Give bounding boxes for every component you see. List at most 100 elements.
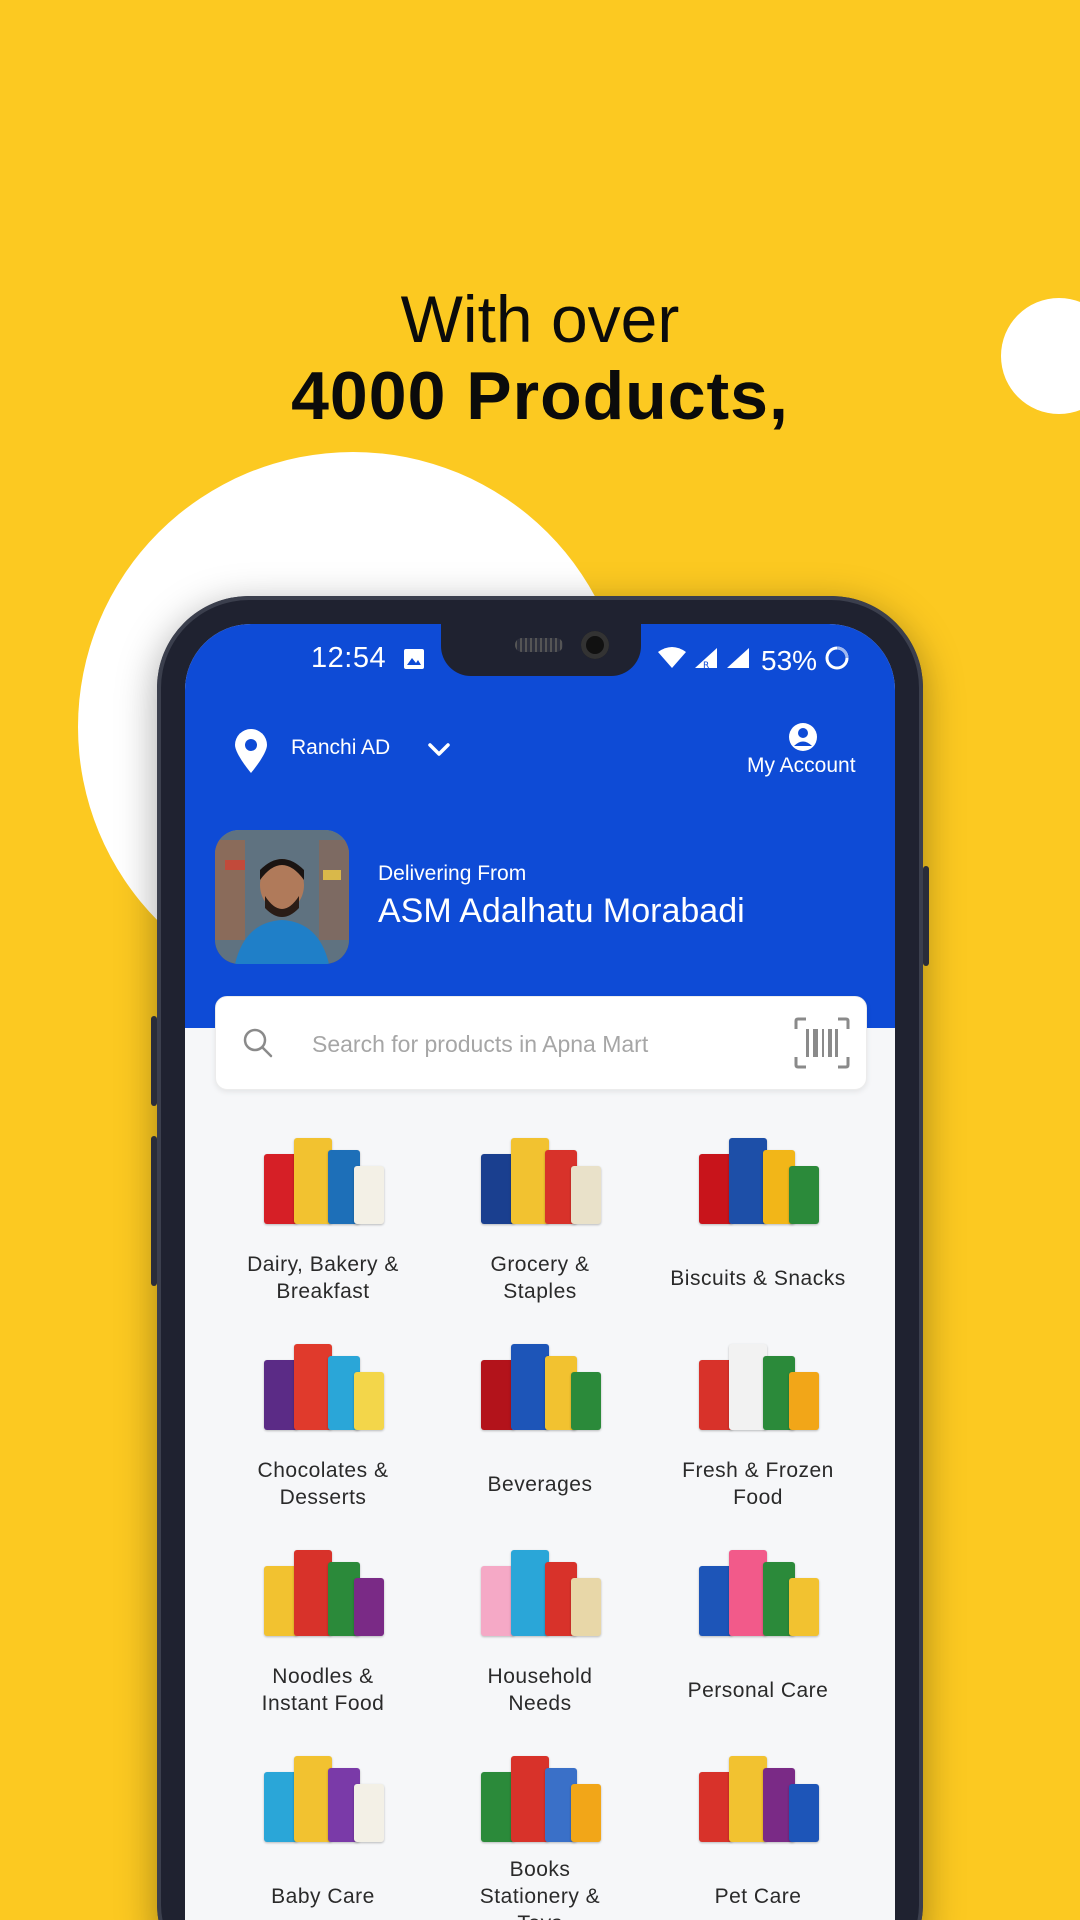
product-pack bbox=[699, 1154, 733, 1224]
store-name[interactable]: ASM Adalhatu Morabadi bbox=[378, 892, 745, 931]
headline: With over 4000 Products, bbox=[0, 280, 1080, 434]
product-pack bbox=[699, 1772, 733, 1842]
product-pack bbox=[481, 1566, 515, 1636]
status-time: 12:54 bbox=[311, 642, 387, 674]
svg-text:R: R bbox=[703, 661, 709, 670]
product-pack bbox=[699, 1360, 733, 1430]
product-pack bbox=[511, 1756, 549, 1842]
location-name[interactable]: Ranchi AD bbox=[291, 736, 390, 760]
phone-side-button bbox=[151, 1136, 157, 1286]
product-pack bbox=[571, 1372, 601, 1430]
product-pack bbox=[354, 1578, 384, 1636]
category-item[interactable]: Biscuits & Snacks bbox=[650, 1114, 866, 1320]
search-icon bbox=[242, 1027, 274, 1064]
product-pack bbox=[294, 1138, 332, 1224]
category-item[interactable]: Household Needs bbox=[432, 1526, 648, 1732]
front-camera bbox=[581, 631, 609, 659]
product-pack bbox=[729, 1344, 767, 1430]
product-pack bbox=[511, 1344, 549, 1430]
product-pack bbox=[511, 1138, 549, 1224]
search-bar[interactable] bbox=[215, 996, 867, 1090]
product-pack bbox=[571, 1784, 601, 1842]
category-label: Beverages bbox=[487, 1472, 593, 1496]
category-product-image bbox=[475, 1120, 605, 1232]
location-pin-icon[interactable] bbox=[233, 728, 269, 779]
app-screen: 12:54 R 53% Ranchi AD My Account Deliver… bbox=[185, 624, 895, 1920]
category-product-image bbox=[693, 1738, 823, 1850]
category-item[interactable]: Dairy, Bakery & Breakfast bbox=[215, 1114, 431, 1320]
wifi-icon bbox=[657, 646, 687, 675]
product-pack bbox=[571, 1166, 601, 1224]
category-label: Baby Care bbox=[271, 1884, 375, 1908]
category-label: Dairy, Bakery & Breakfast bbox=[247, 1253, 399, 1303]
headline-line2: 4000 Products, bbox=[291, 358, 789, 434]
category-item[interactable]: Grocery & Staples bbox=[432, 1114, 648, 1320]
category-label: Personal Care bbox=[687, 1678, 829, 1702]
delivering-from-label: Delivering From bbox=[378, 862, 527, 885]
product-pack bbox=[789, 1166, 819, 1224]
product-pack bbox=[729, 1550, 767, 1636]
account-icon[interactable] bbox=[788, 722, 818, 757]
product-pack bbox=[354, 1166, 384, 1224]
speaker-grille bbox=[515, 638, 563, 652]
phone-frame: 12:54 R 53% Ranchi AD My Account Deliver… bbox=[151, 596, 929, 1920]
category-product-image bbox=[693, 1120, 823, 1232]
my-account-button[interactable]: My Account bbox=[747, 754, 856, 778]
category-item[interactable]: Baby Care bbox=[215, 1732, 431, 1920]
category-item[interactable]: Fresh & Frozen Food bbox=[650, 1320, 866, 1526]
product-pack bbox=[789, 1578, 819, 1636]
chevron-down-icon[interactable] bbox=[427, 742, 451, 763]
product-pack bbox=[294, 1756, 332, 1842]
category-item[interactable]: Personal Care bbox=[650, 1526, 866, 1732]
category-product-image bbox=[258, 1326, 388, 1438]
product-pack bbox=[481, 1154, 515, 1224]
phone-power-button bbox=[923, 866, 929, 966]
category-product-image bbox=[258, 1532, 388, 1644]
signal-icon-2 bbox=[725, 646, 751, 675]
category-label: Grocery & Staples bbox=[490, 1253, 590, 1303]
category-product-image bbox=[258, 1738, 388, 1850]
product-pack bbox=[264, 1566, 298, 1636]
category-label: Fresh & Frozen Food bbox=[682, 1459, 834, 1509]
category-item[interactable]: Pet Care bbox=[650, 1732, 866, 1920]
status-icons: R 53% bbox=[657, 644, 851, 677]
category-label: Pet Care bbox=[714, 1884, 802, 1908]
phone-volume-button bbox=[151, 1016, 157, 1106]
product-pack bbox=[294, 1344, 332, 1430]
product-pack bbox=[729, 1756, 767, 1842]
battery-percent: 53% bbox=[761, 644, 818, 676]
search-input[interactable] bbox=[310, 1023, 754, 1065]
category-label: Household Needs bbox=[487, 1665, 593, 1715]
store-owner-avatar bbox=[215, 830, 349, 964]
category-item[interactable]: Noodles & Instant Food bbox=[215, 1526, 431, 1732]
category-label: Books Stationery & Toys bbox=[479, 1857, 601, 1920]
product-pack bbox=[294, 1550, 332, 1636]
product-pack bbox=[264, 1154, 298, 1224]
product-pack bbox=[481, 1772, 515, 1842]
category-product-image bbox=[475, 1326, 605, 1438]
category-product-image bbox=[693, 1326, 823, 1438]
barcode-scan-icon[interactable] bbox=[794, 1017, 850, 1074]
category-item[interactable]: Books Stationery & Toys bbox=[432, 1732, 648, 1920]
category-label: Biscuits & Snacks bbox=[670, 1266, 846, 1290]
signal-icon: R bbox=[693, 646, 719, 675]
battery-icon bbox=[823, 644, 851, 677]
category-label: Chocolates & Desserts bbox=[257, 1459, 389, 1509]
product-pack bbox=[264, 1360, 298, 1430]
category-item[interactable]: Chocolates & Desserts bbox=[215, 1320, 431, 1526]
product-pack bbox=[354, 1372, 384, 1430]
product-pack bbox=[481, 1360, 515, 1430]
product-pack bbox=[571, 1578, 601, 1636]
product-pack bbox=[511, 1550, 549, 1636]
image-notification-icon bbox=[403, 648, 425, 675]
product-pack bbox=[729, 1138, 767, 1224]
product-pack bbox=[354, 1784, 384, 1842]
category-product-image bbox=[693, 1532, 823, 1644]
headline-line1: With over bbox=[400, 282, 680, 356]
category-product-image bbox=[475, 1532, 605, 1644]
product-pack bbox=[264, 1772, 298, 1842]
product-pack bbox=[789, 1784, 819, 1842]
category-item[interactable]: Beverages bbox=[432, 1320, 648, 1526]
product-pack bbox=[789, 1372, 819, 1430]
product-pack bbox=[699, 1566, 733, 1636]
